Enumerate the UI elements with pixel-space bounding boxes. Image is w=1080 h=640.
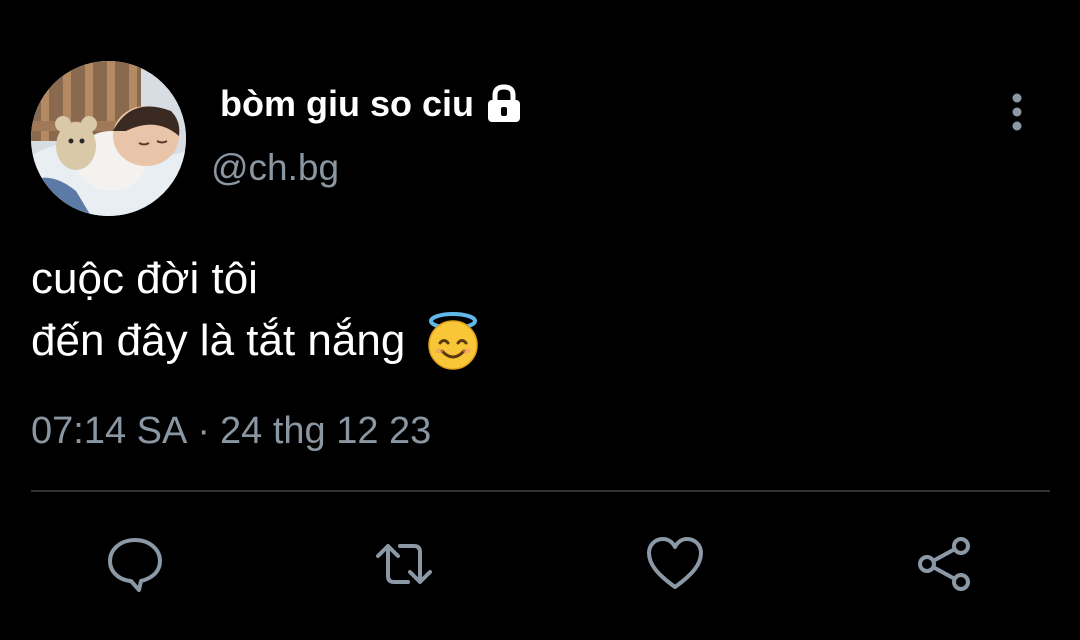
retweet-button[interactable] [374,534,434,594]
avatar[interactable] [31,61,186,216]
author-name-row[interactable]: bòm giu so ciu [220,80,524,128]
lock-icon [484,84,524,124]
tweet-detail: bòm giu so ciu @ch.bg cuộc đời tôi đến đ… [0,0,1080,640]
author-display-name[interactable]: bòm giu so ciu [220,83,474,125]
heart-icon [647,537,703,589]
tweet-text-line: đến đây là tắt nắng [31,310,483,372]
divider [31,490,1050,492]
timestamp-separator: · [197,410,210,452]
tweet-text-line: cuộc đời tôi [31,248,483,310]
smiling-face-with-halo-icon [423,311,483,371]
tweet-timestamp[interactable]: 07:14 SA · 24 thg 12 23 [31,410,431,453]
reply-icon [108,538,162,592]
reply-button[interactable] [105,534,165,594]
tweet-time: 07:14 SA [31,410,188,452]
author-handle[interactable]: @ch.bg [211,147,339,189]
share-button[interactable] [915,534,975,594]
tweet-text-line-1: cuộc đời tôi [31,254,258,303]
share-icon [918,537,970,591]
tweet-text: cuộc đời tôi đến đây là tắt nắng [31,248,483,372]
more-vertical-icon [1012,93,1022,131]
retweet-icon [376,544,432,584]
tweet-date: 24 thg 12 23 [220,410,432,452]
avatar-photo [31,61,186,216]
like-button[interactable] [645,534,705,594]
tweet-text-line-2: đến đây là tắt nắng [31,316,406,365]
more-options-button[interactable] [996,90,1038,134]
